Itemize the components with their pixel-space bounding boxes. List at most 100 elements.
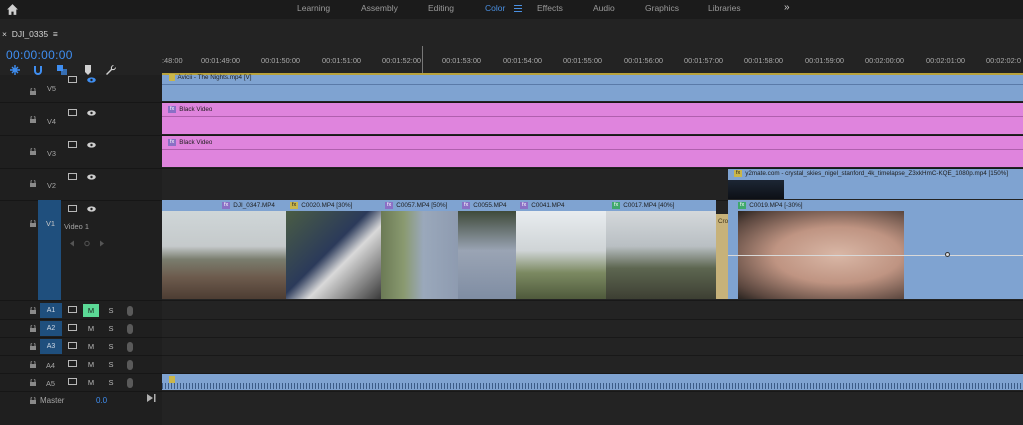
eye-icon[interactable]	[87, 174, 96, 180]
lock-icon[interactable]	[30, 397, 36, 404]
clip-v1-dji-0347[interactable]: fx DJI_0347.MP4	[162, 200, 286, 299]
clip-thumbnail	[286, 211, 381, 299]
clip-a5-audio[interactable]	[162, 374, 1023, 390]
workspace-tab-libraries[interactable]: Libraries	[708, 3, 741, 13]
clip-v3-black-video[interactable]: fx Black Video	[162, 136, 1023, 167]
mute-button-a1[interactable]: M	[83, 304, 99, 317]
eye-icon[interactable]	[87, 110, 96, 116]
clip-v1-c0017[interactable]: fx C0017.MP4 [40%]	[606, 200, 716, 299]
sequence-menu-icon[interactable]: ≡	[53, 29, 58, 39]
clip-thumbnail	[728, 180, 784, 199]
sync-lock-film-icon[interactable]	[68, 205, 77, 212]
close-tab-icon[interactable]: ×	[2, 29, 7, 39]
lock-icon[interactable]	[30, 343, 36, 350]
workspace-menu-icon[interactable]	[514, 5, 522, 12]
mute-button-a2[interactable]: M	[83, 322, 99, 335]
voiceover-mic-icon[interactable]	[127, 378, 133, 388]
playhead-timecode[interactable]: 00:00:00:00	[6, 48, 73, 62]
track-header-a2	[0, 320, 162, 338]
clip-v4-black-video[interactable]: fx Black Video	[162, 103, 1023, 134]
sync-lock-film-icon[interactable]	[68, 378, 77, 385]
track-target-a1[interactable]: A1	[40, 303, 62, 318]
workspace-overflow-button[interactable]: »	[784, 2, 790, 13]
workspace-tab-learning[interactable]: Learning	[297, 3, 330, 13]
lock-icon[interactable]	[30, 180, 36, 187]
lock-icon[interactable]	[30, 361, 36, 368]
mute-button-a5[interactable]: M	[83, 376, 99, 389]
track-label-video-1[interactable]: Video 1	[64, 222, 89, 231]
fx-badge: fx	[290, 201, 299, 209]
lock-icon[interactable]	[30, 307, 36, 314]
mute-button-a4[interactable]: M	[83, 358, 99, 371]
solo-button-a2[interactable]: S	[106, 322, 116, 335]
master-volume-value[interactable]: 0.0	[96, 396, 107, 405]
voiceover-mic-icon[interactable]	[127, 360, 133, 370]
sync-lock-film-icon[interactable]	[68, 360, 77, 367]
sync-lock-film-icon[interactable]	[68, 306, 77, 313]
sync-lock-film-icon[interactable]	[68, 173, 77, 180]
solo-button-a1[interactable]: S	[106, 304, 116, 317]
track-header-v2	[0, 169, 162, 201]
ruler-tick: :48:00	[162, 56, 183, 65]
lock-icon[interactable]	[30, 88, 36, 95]
sync-lock-film-icon[interactable]	[68, 76, 77, 83]
lock-icon[interactable]	[30, 116, 36, 123]
sync-lock-film-icon[interactable]	[68, 342, 77, 349]
home-icon[interactable]	[6, 3, 19, 16]
track-name-v3: V3	[47, 149, 57, 158]
solo-button-a4[interactable]: S	[106, 358, 116, 371]
fx-badge: fx	[520, 201, 529, 209]
solo-button-a5[interactable]: S	[106, 376, 116, 389]
clip-label: C0057.MP4 [50%]	[396, 202, 448, 209]
workspace-tab-editing[interactable]: Editing	[428, 3, 454, 13]
workspace-tab-audio[interactable]: Audio	[593, 3, 615, 13]
transition-cross-dissolve[interactable]: Cross D	[716, 214, 741, 299]
clip-v2-timelapse[interactable]: fx y2mate.com - crystal_skies_nigel_stanf…	[728, 169, 1023, 199]
clip-v1-c0057[interactable]: fx C0057.MP4 [50%]	[381, 200, 458, 299]
sync-lock-film-icon[interactable]	[68, 324, 77, 331]
sequence-tab[interactable]: × DJI_0335 ≡	[2, 29, 58, 39]
sync-lock-film-icon[interactable]	[68, 109, 77, 116]
track-header-v4	[0, 103, 162, 136]
voiceover-mic-icon[interactable]	[127, 306, 133, 316]
clip-v1-c0020[interactable]: fx C0020.MP4 [30%]	[286, 200, 381, 299]
ruler-tick: 00:02:01:00	[926, 56, 966, 65]
fx-badge: fx	[734, 170, 743, 177]
voiceover-mic-icon[interactable]	[127, 342, 133, 352]
keyframe-navigator-icon[interactable]	[70, 240, 104, 247]
mute-button-a3[interactable]: M	[83, 340, 99, 353]
lock-icon[interactable]	[30, 379, 36, 386]
ruler-tick: 00:01:58:00	[744, 56, 784, 65]
track-target-a2[interactable]: A2	[40, 321, 62, 336]
voiceover-mic-icon[interactable]	[127, 324, 133, 334]
v1-source-patch[interactable]	[38, 200, 61, 300]
keyframe-handle[interactable]	[945, 252, 950, 257]
clip-v1-c0041[interactable]: fx C0041.MP4	[516, 200, 606, 299]
fx-badge: fx	[738, 201, 747, 209]
track-target-a3[interactable]: A3	[40, 339, 62, 354]
lock-icon[interactable]	[30, 148, 36, 155]
clip-label: Avicii - The Nights.mp4 [V]	[177, 74, 252, 82]
sync-lock-film-icon[interactable]	[68, 141, 77, 148]
lock-icon[interactable]	[30, 220, 36, 227]
lock-icon[interactable]	[30, 325, 36, 332]
playhead[interactable]	[422, 46, 423, 74]
workspace-tab-effects[interactable]: Effects	[537, 3, 563, 13]
go-to-end-icon[interactable]	[147, 394, 156, 402]
clip-v5[interactable]: Avicii - The Nights.mp4 [V]	[162, 74, 1023, 101]
solo-button-a3[interactable]: S	[106, 340, 116, 353]
sequence-name: DJI_0335	[11, 29, 49, 39]
ruler-tick: 00:02:02:0	[986, 56, 1021, 65]
eye-icon[interactable]	[87, 142, 96, 148]
eye-icon[interactable]	[87, 206, 96, 212]
track-header-v1	[0, 201, 162, 301]
clip-v1-c0019[interactable]: fx C0019.MP4 [-30%]	[728, 200, 1023, 299]
eye-icon[interactable]	[87, 77, 96, 83]
workspace-tab-color[interactable]: Color	[485, 3, 505, 13]
workspace-tab-graphics[interactable]: Graphics	[645, 3, 679, 13]
workspace-tab-assembly[interactable]: Assembly	[361, 3, 398, 13]
track-name-a5[interactable]: A5	[46, 379, 55, 388]
clip-v1-c0055[interactable]: fx C0055.MP4	[458, 200, 516, 299]
track-name-a4[interactable]: A4	[46, 361, 55, 370]
track-name-v1: V1	[46, 219, 56, 228]
